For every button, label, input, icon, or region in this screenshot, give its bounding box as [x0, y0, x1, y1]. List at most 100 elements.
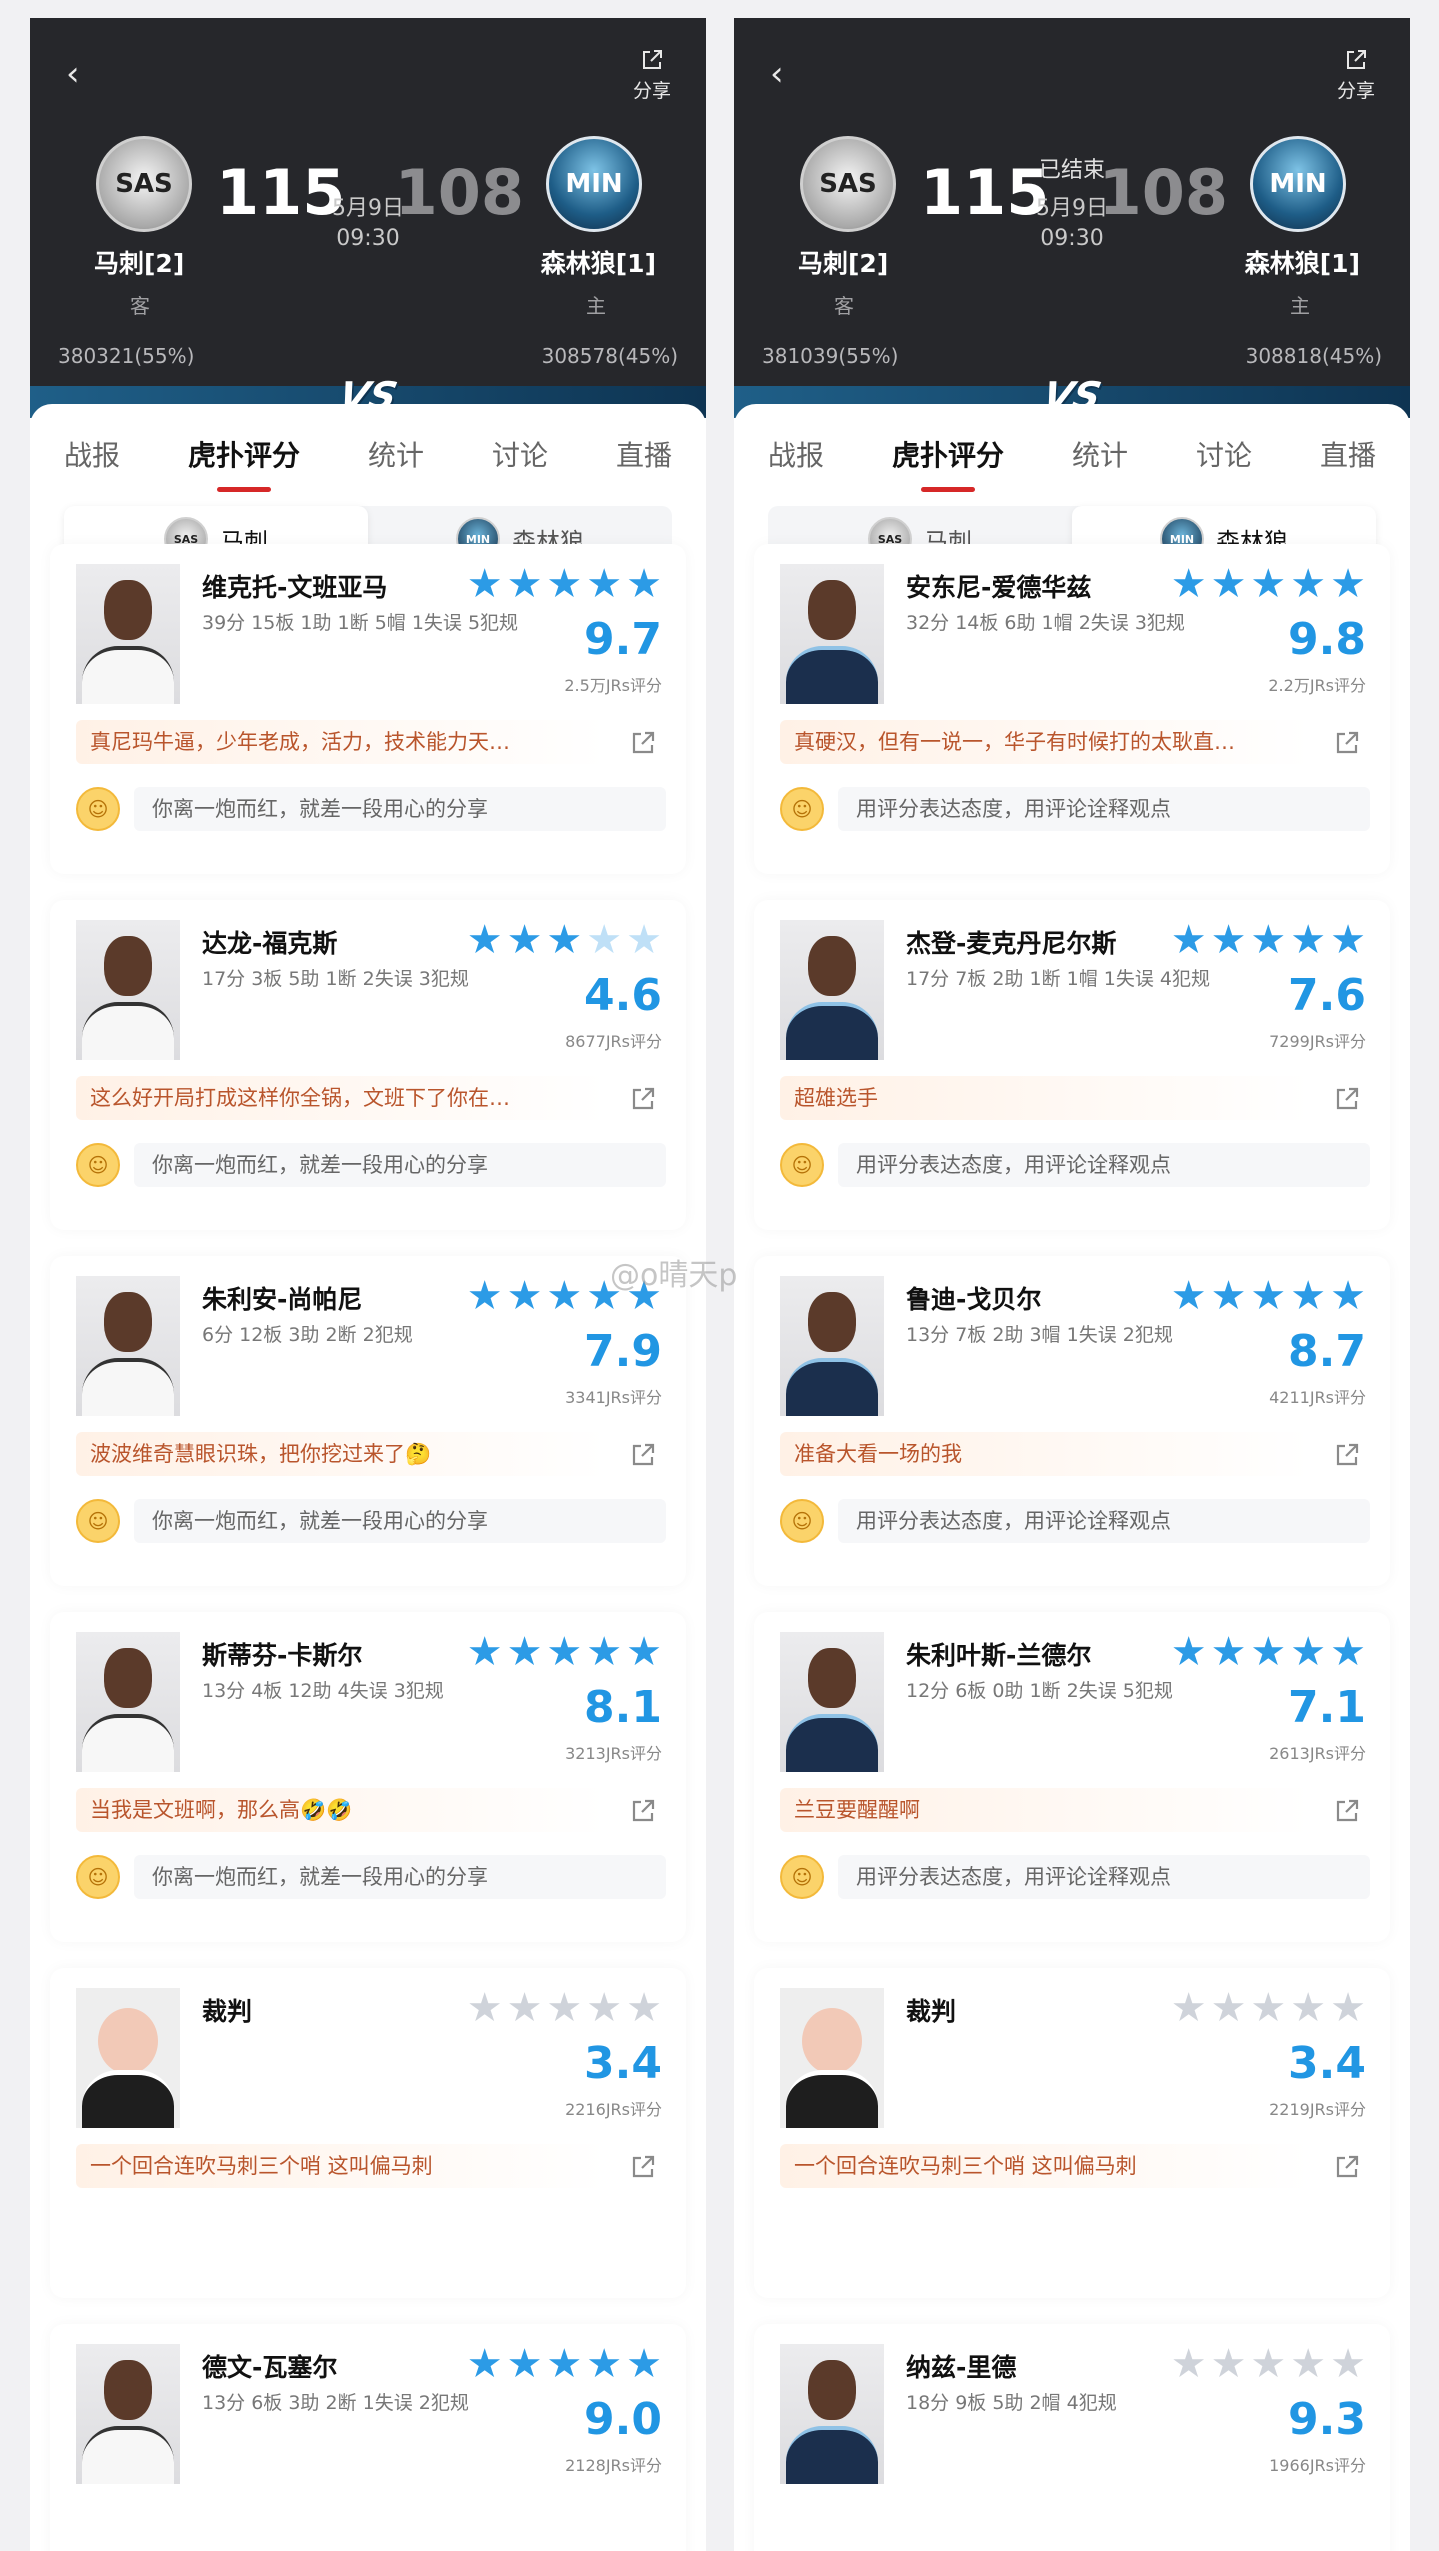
star-icon[interactable]: ★	[1211, 1630, 1247, 1674]
star-rating[interactable]: ★ ★ ★ ★ ★	[1171, 562, 1366, 606]
tab-4[interactable]: 直播	[616, 434, 672, 492]
star-icon[interactable]: ★	[626, 1630, 662, 1674]
top-comment[interactable]: 一个回合连吹马刺三个哨 这叫偏马刺	[76, 2144, 606, 2188]
player-avatar[interactable]	[780, 920, 884, 1060]
star-icon[interactable]: ★	[1330, 1274, 1366, 1318]
comment-input[interactable]: 用评分表达态度，用评论诠释观点	[838, 1143, 1370, 1187]
star-icon[interactable]: ★	[546, 1986, 582, 2030]
player-name[interactable]: 朱利安-尚帕尼	[202, 1280, 362, 1316]
top-comment[interactable]: 真硬汉，但有一说一，华子有时候打的太耿直…	[780, 720, 1310, 764]
star-icon[interactable]: ★	[1250, 918, 1286, 962]
open-comment-icon[interactable]	[1334, 1798, 1360, 1824]
star-icon[interactable]: ★	[467, 562, 503, 606]
back-button[interactable]: ‹	[66, 54, 80, 94]
star-icon[interactable]: ★	[507, 1986, 543, 2030]
star-icon[interactable]: ★	[586, 1986, 622, 2030]
comment-prompt[interactable]: ☺ 你离一炮而红，就差一段用心的分享	[76, 1140, 666, 1190]
open-comment-icon[interactable]	[1334, 1086, 1360, 1112]
star-icon[interactable]: ★	[1290, 2342, 1326, 2386]
home-team-name[interactable]: 森林狼[1]	[1245, 244, 1360, 280]
star-rating[interactable]: ★ ★ ★ ★ ★	[467, 562, 662, 606]
star-icon[interactable]: ★	[1171, 918, 1207, 962]
player-name[interactable]: 纳兹-里德	[906, 2348, 1016, 2384]
star-icon[interactable]: ★	[626, 2342, 662, 2386]
tab-3[interactable]: 讨论	[492, 434, 548, 492]
player-rating-card[interactable]: 斯蒂芬-卡斯尔 13分 4板 12助 4失误 3犯规 ★ ★ ★ ★ ★ 8.1 3213JRs…	[50, 1612, 686, 1942]
player-name[interactable]: 朱利叶斯-兰德尔	[906, 1636, 1091, 1672]
player-avatar[interactable]	[780, 1988, 884, 2128]
tab-2[interactable]: 统计	[368, 434, 424, 492]
player-avatar[interactable]	[780, 564, 884, 704]
open-comment-icon[interactable]	[630, 1086, 656, 1112]
star-icon[interactable]: ★	[1250, 562, 1286, 606]
star-rating[interactable]: ★ ★ ★ ★ ★	[467, 1986, 662, 2030]
top-comment[interactable]: 超雄选手	[780, 1076, 1310, 1120]
star-icon[interactable]: ★	[1250, 1986, 1286, 2030]
star-rating[interactable]: ★ ★ ★ ★ ★	[467, 1630, 662, 1674]
player-rating-card[interactable]: 裁判 ★ ★ ★ ★ ★ 3.4 2219JRs评分 一个回合连吹马刺三个哨 这叫偏马刺	[754, 1968, 1390, 2298]
comment-prompt[interactable]: ☺ 你离一炮而红，就差一段用心的分享	[76, 1852, 666, 1902]
star-icon[interactable]: ★	[467, 1630, 503, 1674]
star-icon[interactable]: ★	[546, 1274, 582, 1318]
top-comment[interactable]: 波波维奇慧眼识珠，把你挖过来了🤔	[76, 1432, 606, 1476]
star-icon[interactable]: ★	[1250, 1274, 1286, 1318]
star-rating[interactable]: ★ ★ ★ ★ ★	[1171, 1630, 1366, 1674]
star-icon[interactable]: ★	[467, 2342, 503, 2386]
star-rating[interactable]: ★ ★ ★ ★ ★	[1171, 2342, 1366, 2386]
player-avatar[interactable]	[76, 2344, 180, 2484]
star-icon[interactable]: ★	[1250, 2342, 1286, 2386]
tab-1[interactable]: 虎扑评分	[188, 434, 300, 492]
star-icon[interactable]: ★	[586, 2342, 622, 2386]
player-avatar[interactable]	[76, 1632, 180, 1772]
star-icon[interactable]: ★	[467, 1986, 503, 2030]
player-name[interactable]: 鲁迪-戈贝尔	[906, 1280, 1041, 1316]
top-comment[interactable]: 准备大看一场的我	[780, 1432, 1310, 1476]
player-name[interactable]: 裁判	[202, 1992, 252, 2028]
star-icon[interactable]: ★	[1211, 562, 1247, 606]
star-icon[interactable]: ★	[1171, 1274, 1207, 1318]
star-icon[interactable]: ★	[546, 562, 582, 606]
home-team-name[interactable]: 森林狼[1]	[541, 244, 656, 280]
star-rating[interactable]: ★ ★ ★ ★ ★	[1171, 1986, 1366, 2030]
star-rating[interactable]: ★ ★ ★ ★ ★	[1171, 918, 1366, 962]
star-icon[interactable]: ★	[507, 2342, 543, 2386]
comment-input[interactable]: 用评分表达态度，用评论诠释观点	[838, 1499, 1370, 1543]
comment-prompt[interactable]: ☺ 你离一炮而红，就差一段用心的分享	[76, 1496, 666, 1546]
comment-input[interactable]: 用评分表达态度，用评论诠释观点	[838, 1855, 1370, 1899]
star-icon[interactable]: ★	[626, 918, 662, 962]
star-icon[interactable]: ★	[1290, 1274, 1326, 1318]
comment-input[interactable]: 你离一炮而红，就差一段用心的分享	[134, 787, 666, 831]
star-icon[interactable]: ★	[546, 1630, 582, 1674]
star-icon[interactable]: ★	[546, 2342, 582, 2386]
tab-3[interactable]: 讨论	[1196, 434, 1252, 492]
comment-prompt[interactable]: ☺ 你离一炮而红，就差一段用心的分享	[76, 784, 666, 834]
comment-input[interactable]: 你离一炮而红，就差一段用心的分享	[134, 1499, 666, 1543]
player-rating-card[interactable]: 朱利安-尚帕尼 6分 12板 3助 2断 2犯规 ★ ★ ★ ★ ★ 7.9 3341JRs评分…	[50, 1256, 686, 1586]
star-rating[interactable]: ★ ★ ★ ★ ★	[1171, 1274, 1366, 1318]
tab-0[interactable]: 战报	[64, 434, 120, 492]
star-icon[interactable]: ★	[626, 562, 662, 606]
player-rating-card[interactable]: 裁判 ★ ★ ★ ★ ★ 3.4 2216JRs评分 一个回合连吹马刺三个哨 这叫偏马刺	[50, 1968, 686, 2298]
player-name[interactable]: 德文-瓦塞尔	[202, 2348, 337, 2384]
star-icon[interactable]: ★	[1290, 562, 1326, 606]
player-rating-card[interactable]: 维克托-文班亚马 39分 15板 1助 1断 5帽 1失误 5犯规 ★ ★ ★ ★ ★ 9.7…	[50, 544, 686, 874]
top-comment[interactable]: 当我是文班啊，那么高🤣🤣	[76, 1788, 606, 1832]
tab-4[interactable]: 直播	[1320, 434, 1376, 492]
player-avatar[interactable]	[76, 1988, 180, 2128]
tab-2[interactable]: 统计	[1072, 434, 1128, 492]
star-icon[interactable]: ★	[1171, 1630, 1207, 1674]
star-icon[interactable]: ★	[1330, 2342, 1366, 2386]
star-icon[interactable]: ★	[507, 918, 543, 962]
player-avatar[interactable]	[76, 1276, 180, 1416]
star-icon[interactable]: ★	[626, 1986, 662, 2030]
star-icon[interactable]: ★	[1171, 2342, 1207, 2386]
player-avatar[interactable]	[780, 2344, 884, 2484]
top-comment[interactable]: 这么好开局打成这样你全锅，文班下了你在…	[76, 1076, 606, 1120]
away-team-name[interactable]: 马刺[2]	[798, 244, 888, 280]
comment-input[interactable]: 你离一炮而红，就差一段用心的分享	[134, 1855, 666, 1899]
comment-prompt[interactable]: ☺ 用评分表达态度，用评论诠释观点	[780, 784, 1370, 834]
star-icon[interactable]: ★	[507, 1274, 543, 1318]
star-rating[interactable]: ★ ★ ★ ★ ★	[467, 2342, 662, 2386]
player-avatar[interactable]	[780, 1632, 884, 1772]
star-icon[interactable]: ★	[507, 562, 543, 606]
